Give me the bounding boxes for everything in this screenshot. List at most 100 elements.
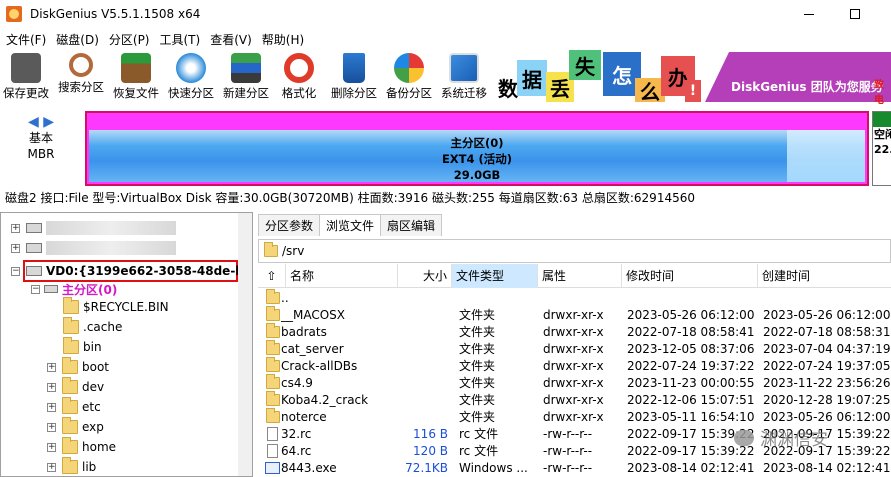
tab-partition-params[interactable]: 分区参数 xyxy=(258,214,321,236)
file-row[interactable]: .. xyxy=(258,289,891,307)
delete-partition-button[interactable]: 删除分区 xyxy=(328,52,380,102)
toolbar-label: 备份分区 xyxy=(386,86,432,100)
tree-folder[interactable]: + boot xyxy=(47,357,109,377)
disk-info: 磁盘2 接口:File 型号:VirtualBox Disk 容量:30.0GB… xyxy=(5,191,695,205)
folder-icon xyxy=(266,289,280,304)
file-type: 文件夹 xyxy=(459,359,496,373)
menu-disk[interactable]: 磁盘(D) xyxy=(54,31,107,48)
tree-item-partition[interactable]: − 主分区(0) xyxy=(31,279,117,299)
file-attr: drwxr-xr-x xyxy=(543,393,604,407)
file-row[interactable]: Koba4.2_crack 文件夹 drwxr-xr-x 2022-12-06 15:… xyxy=(258,391,891,409)
menu-view[interactable]: 查看(V) xyxy=(208,31,260,48)
file-icon xyxy=(267,427,278,441)
tree-folder[interactable]: + lib xyxy=(47,457,97,476)
partition-block[interactable]: 主分区(0) EXT4 (活动) 29.0GB xyxy=(85,111,869,186)
tree-item-disk0[interactable]: + xyxy=(11,218,176,238)
tree-folder[interactable]: + dev xyxy=(47,377,104,397)
disk-nav-arrows-icon[interactable]: ◀ ▶ xyxy=(0,114,82,130)
col-size[interactable]: 大小 xyxy=(398,264,452,288)
expand-icon[interactable]: + xyxy=(47,442,56,452)
tree-item-vd0[interactable]: − VD0:{3199e662-3058-48de-b9f2 xyxy=(11,261,252,281)
file-created: 2023-11-22 23:56:26 xyxy=(763,376,891,390)
expand-icon[interactable]: + xyxy=(47,462,56,472)
file-attr: drwxr-xr-x xyxy=(543,359,604,373)
col-created[interactable]: 创建时间 xyxy=(758,264,891,288)
tree-folder[interactable]: $RECYCLE.BIN xyxy=(63,297,169,317)
file-attr: drwxr-xr-x xyxy=(543,308,604,322)
expand-icon[interactable]: + xyxy=(47,402,56,412)
maximize-button[interactable] xyxy=(832,0,878,28)
expand-icon[interactable]: + xyxy=(47,362,56,372)
tree-folder[interactable]: bin xyxy=(63,337,102,357)
hard-disk-icon xyxy=(26,243,42,253)
file-row[interactable]: __MACOSX 文件夹 drwxr-xr-x 2023-05-26 06:12:00… xyxy=(258,306,891,324)
format-icon xyxy=(284,53,314,83)
tab-sector-editor[interactable]: 扇区编辑 xyxy=(380,214,443,236)
menu-file[interactable]: 文件(F) xyxy=(4,31,54,48)
collapse-icon[interactable]: − xyxy=(11,266,20,276)
folder-label: boot xyxy=(82,360,110,374)
file-row[interactable]: 8443.exe 72.1KB Windows ... -rw-r--r-- 2023-… xyxy=(258,460,891,477)
expand-icon[interactable]: + xyxy=(11,223,20,233)
file-row[interactable]: Crack-allDBs 文件夹 drwxr-xr-x 2022-07-24 19:3… xyxy=(258,357,891,375)
tree-folder[interactable]: + home xyxy=(47,437,116,457)
new-partition-icon xyxy=(231,53,261,83)
file-row[interactable]: badrats 文件夹 drwxr-xr-x 2022-07-18 08:58:41 2… xyxy=(258,323,891,341)
folder-label: home xyxy=(82,440,117,454)
folder-label: lib xyxy=(82,460,97,474)
col-name[interactable]: 名称 xyxy=(286,264,398,288)
save-changes-button[interactable]: 保存更改 xyxy=(0,52,52,102)
file-name: .. xyxy=(281,291,289,305)
col-modified[interactable]: 修改时间 xyxy=(622,264,758,288)
tree-folder[interactable]: + etc xyxy=(47,397,101,417)
tree-folder[interactable]: + exp xyxy=(47,417,104,437)
tree-item-disk1[interactable]: + xyxy=(11,238,176,258)
folder-icon xyxy=(266,357,280,372)
file-size: 120 B xyxy=(413,444,448,458)
search-partition-button[interactable]: 搜索分区 xyxy=(55,52,107,102)
system-migration-button[interactable]: 系统迁移 xyxy=(438,52,490,102)
file-row[interactable]: cat_server 文件夹 drwxr-xr-x 2023-12-05 08:37:… xyxy=(258,340,891,358)
file-row[interactable]: cs4.9 文件夹 drwxr-xr-x 2023-11-23 00:00:55 202… xyxy=(258,374,891,392)
file-attr: drwxr-xr-x xyxy=(543,376,604,390)
search-partition-icon xyxy=(69,53,93,77)
file-attr: drwxr-xr-x xyxy=(543,342,604,356)
window-title: DiskGenius V5.5.1.1508 x64 xyxy=(30,7,201,21)
expand-icon[interactable]: + xyxy=(47,422,56,432)
disk-map: ◀ ▶ 基本 MBR 主分区(0) EXT4 (活动) 29.0GB 空闲 22… xyxy=(0,108,891,186)
partition-label: 主分区(0) xyxy=(62,282,118,297)
promo-banner[interactable]: 数 据 丢 失 怎 么 办 ! DiskGenius 团队为您服务 致电 xyxy=(491,50,891,104)
col-type[interactable]: 文件类型 xyxy=(452,264,538,288)
file-type: 文件夹 xyxy=(459,376,496,390)
recover-files-icon xyxy=(121,53,151,83)
maximize-icon xyxy=(850,9,860,19)
minimize-button[interactable] xyxy=(786,0,832,28)
menu-partition[interactable]: 分区(P) xyxy=(107,31,158,48)
new-partition-button[interactable]: 新建分区 xyxy=(220,52,272,102)
recover-files-button[interactable]: 恢复文件 xyxy=(110,52,162,102)
col-attr[interactable]: 属性 xyxy=(538,264,622,288)
quick-partition-button[interactable]: 快速分区 xyxy=(165,52,217,102)
file-row[interactable]: noterce 文件夹 drwxr-xr-x 2023-05-11 16:54:10 2… xyxy=(258,408,891,426)
free-space-block[interactable]: 空闲 22.0 xyxy=(872,111,891,186)
folder-icon xyxy=(266,306,280,321)
format-button[interactable]: 格式化 xyxy=(273,52,325,102)
path-bar[interactable]: /srv xyxy=(258,239,891,263)
tree-scrollbar[interactable] xyxy=(238,213,252,476)
up-arrow-icon[interactable]: ⇧ xyxy=(258,264,286,288)
file-modified: 2023-05-11 16:54:10 xyxy=(627,410,755,424)
expand-icon[interactable]: + xyxy=(11,243,20,253)
expand-icon[interactable]: + xyxy=(47,382,56,392)
banner-tile: 失 xyxy=(569,50,601,80)
collapse-icon[interactable]: − xyxy=(31,284,40,294)
tab-browse-files[interactable]: 浏览文件 xyxy=(319,214,382,236)
file-name: cs4.9 xyxy=(281,376,313,390)
backup-partition-button[interactable]: 备份分区 xyxy=(383,52,435,102)
hard-disk-icon xyxy=(26,223,42,233)
menu-help[interactable]: 帮助(H) xyxy=(260,31,312,48)
tree-folder[interactable]: .cache xyxy=(63,317,122,337)
folder-label: dev xyxy=(82,380,105,394)
file-type: rc 文件 xyxy=(459,427,499,441)
menu-tools[interactable]: 工具(T) xyxy=(158,31,209,48)
banner-tile: ! xyxy=(685,80,701,102)
